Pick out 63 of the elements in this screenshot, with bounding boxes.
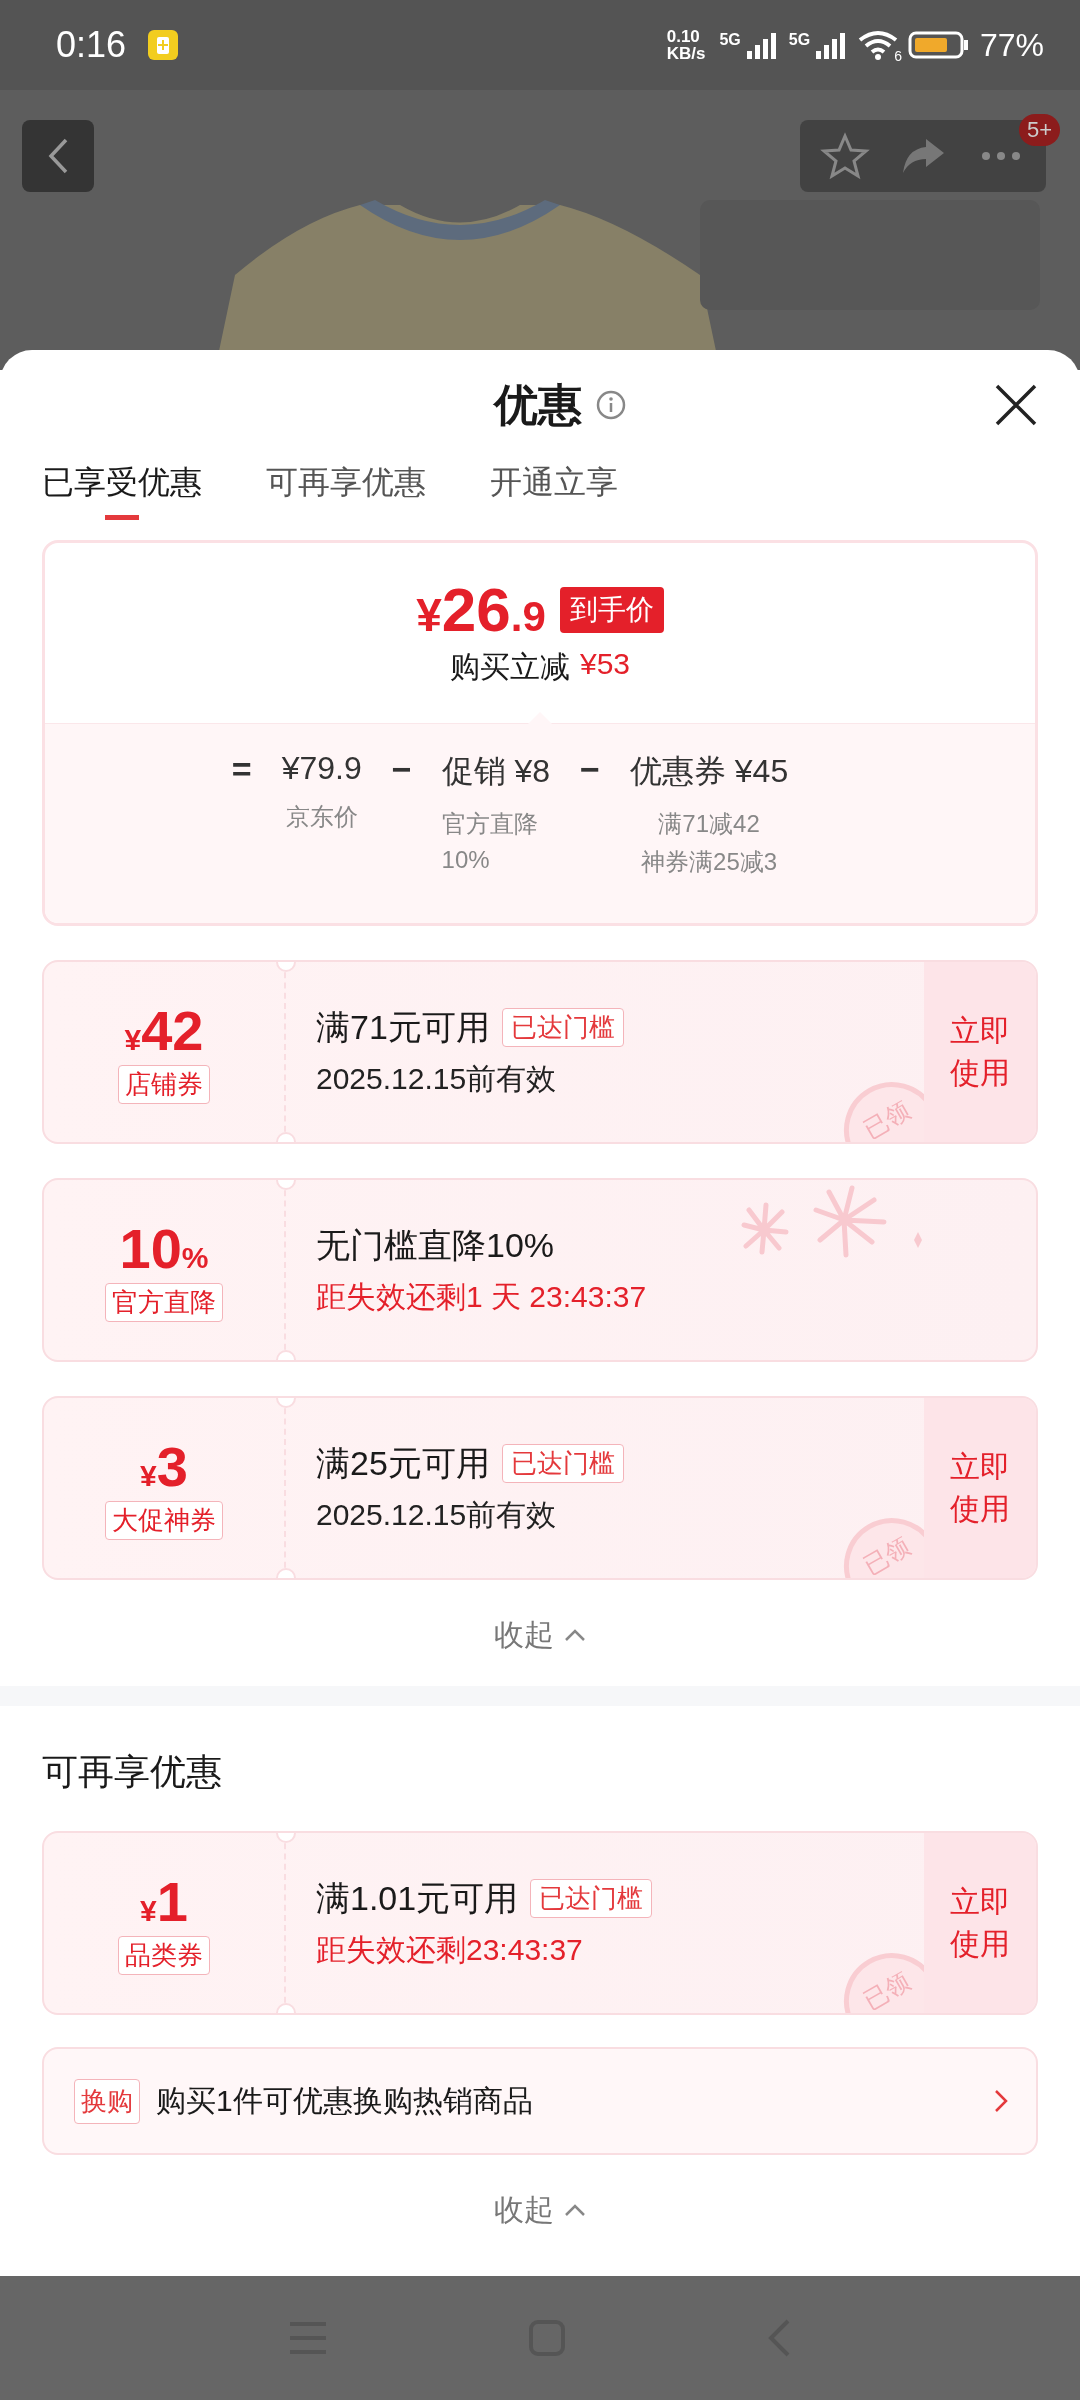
back-button[interactable]	[22, 120, 94, 192]
tab[interactable]: 可再享优惠	[266, 460, 426, 520]
coupon-validity: 距失效还剩23:43:37	[316, 1931, 584, 1968]
swap-tag: 换购	[74, 2078, 140, 2124]
collapse-button[interactable]: 收起	[488, 2175, 592, 2245]
threshold-badge: 已达门槛	[501, 1008, 624, 1047]
swap-offer-text: 购买1件可优惠换购热销商品	[156, 2082, 534, 2119]
coupon-validity: 2025.12.15前有效	[316, 1060, 558, 1097]
coupon-validity: 距失效还剩1 天 23:43:37	[316, 1278, 648, 1315]
coupon-condition: 满1.01元可用	[316, 1877, 519, 1919]
price-component: ¥79.9	[281, 750, 362, 787]
price-note: 京东价	[285, 802, 358, 832]
section-title: 可再享优惠	[42, 1750, 223, 1794]
network-speed: 0.10	[666, 28, 701, 45]
coupon-type: 品类券	[118, 1936, 210, 1976]
coupon-amount: ¥42	[124, 999, 204, 1062]
final-price: ¥26.9	[416, 578, 546, 641]
coupon-type: 店铺券	[118, 1065, 210, 1105]
chevron-up-icon	[564, 1628, 586, 1642]
chevron-up-icon	[564, 2203, 586, 2217]
use-now-button[interactable]: 立即使用	[924, 962, 1036, 1142]
chevron-right-icon	[994, 2089, 1008, 2113]
close-icon[interactable]	[994, 383, 1038, 427]
threshold-badge: 已达门槛	[530, 1879, 653, 1918]
price-note: 神券满25减3	[641, 847, 778, 877]
back-icon	[46, 136, 70, 176]
star-icon[interactable]	[820, 131, 870, 181]
price-note: 官方直降	[441, 809, 538, 839]
coupon-condition: 满71元可用	[316, 1006, 490, 1048]
saving-amount: ¥53	[579, 646, 631, 682]
coupon-amount: 10%	[119, 1217, 209, 1280]
operator: −	[580, 750, 600, 790]
info-icon[interactable]	[596, 390, 626, 420]
wifi-standard: 6	[894, 47, 902, 64]
saving-label: 购买立减	[449, 648, 570, 685]
use-now-button[interactable]: 立即使用	[924, 1398, 1036, 1578]
coupon-condition: 满25元可用	[316, 1442, 490, 1484]
price-component: 优惠券 ¥45	[629, 752, 789, 791]
operator: =	[231, 750, 252, 790]
collapse-button[interactable]: 收起	[488, 1600, 592, 1670]
use-now-button[interactable]: 立即使用	[924, 1833, 1036, 2013]
network-type: 5G	[719, 30, 741, 49]
coupon-amount: ¥3	[140, 1435, 188, 1498]
price-component: 促销 ¥8	[441, 752, 551, 791]
battery-saver-icon	[146, 28, 181, 62]
price-note: 满71减42	[658, 809, 760, 839]
coupon-validity: 2025.12.15前有效	[316, 1496, 558, 1533]
coupon-condition: 无门槛直降10%	[316, 1224, 555, 1266]
battery-percent: 77%	[979, 26, 1044, 64]
swap-offer-row[interactable]: 换购 购买1件可优惠换购热销商品	[42, 2047, 1038, 2155]
threshold-badge: 已达门槛	[501, 1444, 624, 1483]
coupon-amount: ¥1	[140, 1870, 188, 1933]
coupon-type: 大促神券	[105, 1501, 223, 1541]
network-speed-unit: KB/s	[666, 45, 706, 62]
price-note: 10%	[441, 846, 490, 874]
operator: −	[391, 750, 412, 790]
network-type: 5G	[788, 30, 811, 49]
sheet-title: 优惠	[494, 378, 582, 431]
clock: 0:16	[56, 24, 127, 66]
coupon-type: 官方直降	[105, 1283, 223, 1323]
price-tag: 到手价	[559, 586, 664, 633]
battery-icon	[907, 30, 970, 60]
tab[interactable]: 开通立享	[490, 460, 618, 520]
